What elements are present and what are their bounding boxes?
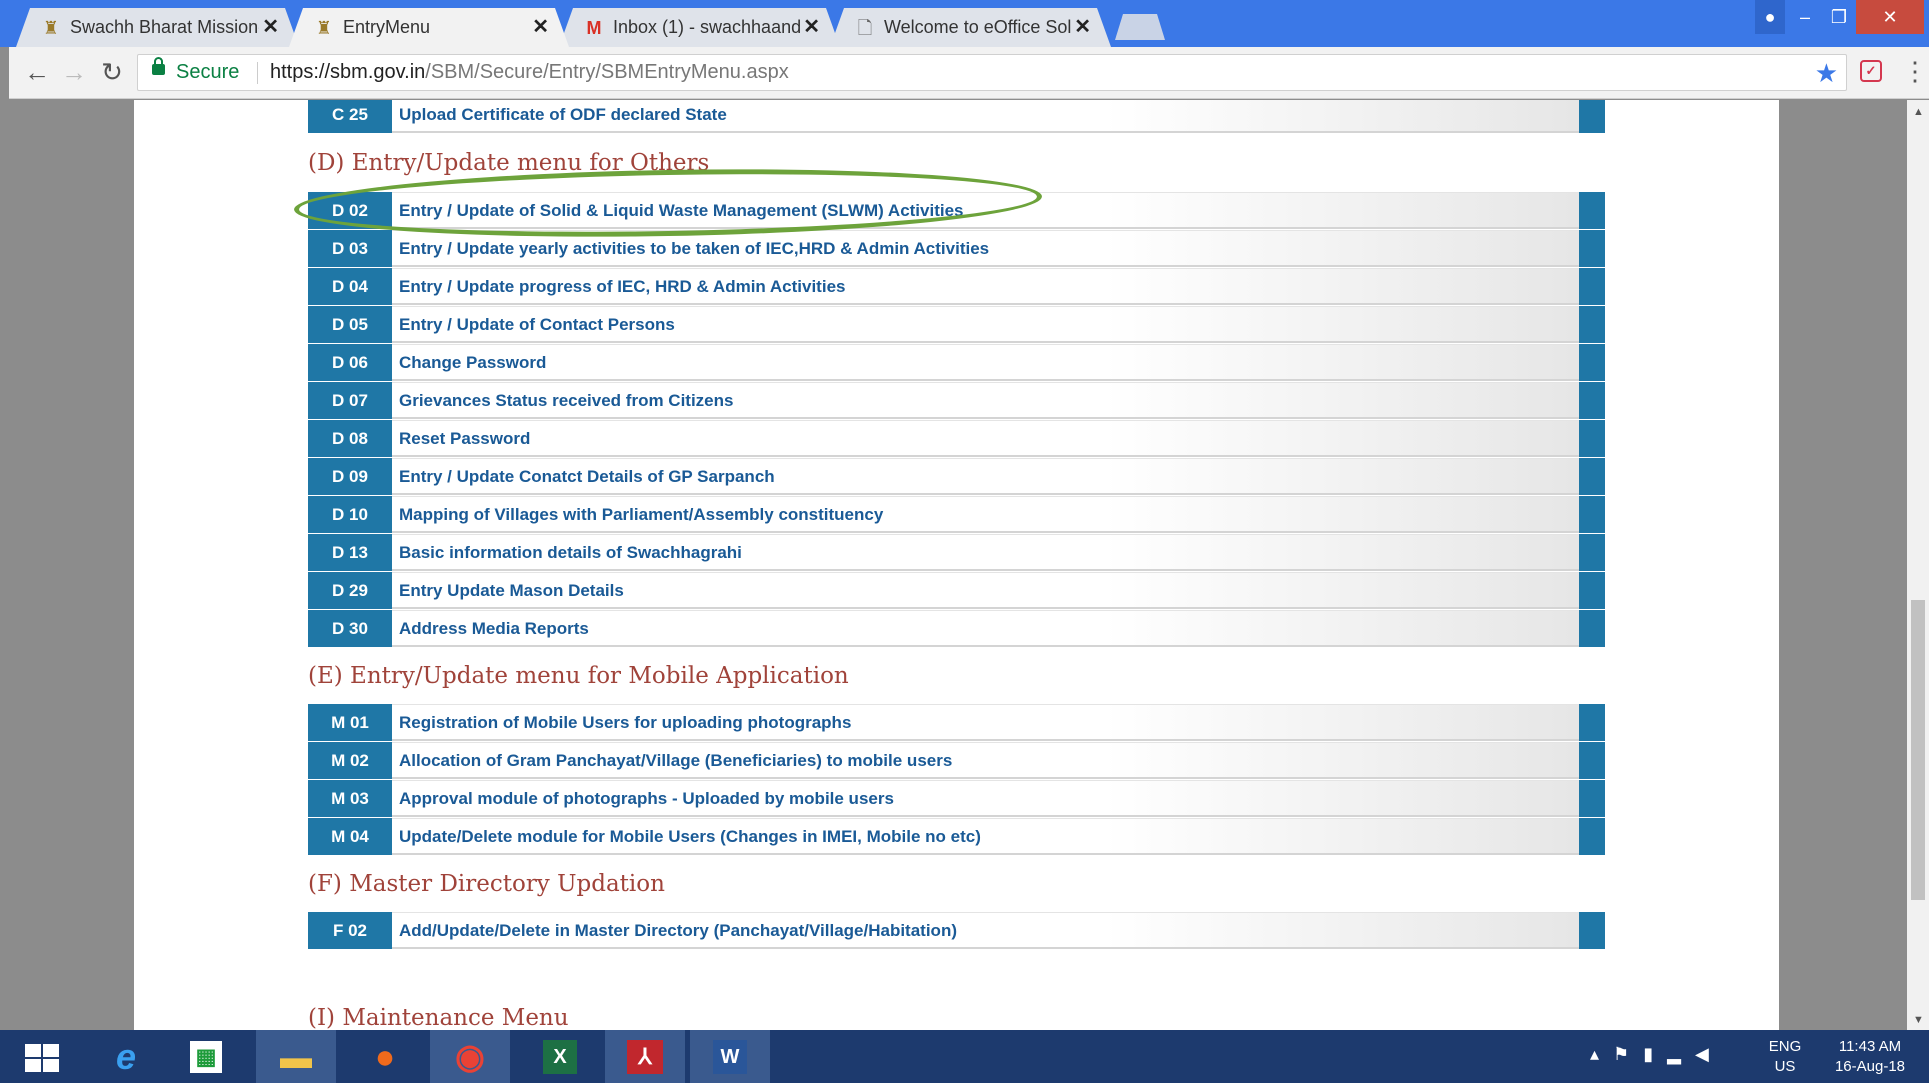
omnibox-divider bbox=[257, 62, 258, 84]
section-title-i: (I) Maintenance Menu bbox=[308, 1005, 569, 1030]
menu-row-d07[interactable]: D 07 Grievances Status received from Citi… bbox=[308, 382, 1605, 419]
menu-row-d03[interactable]: D 03 Entry / Update yearly activities to … bbox=[308, 230, 1605, 267]
user-profile-icon[interactable]: ● bbox=[1755, 0, 1785, 34]
page-content: C 25 Upload Certificate of ODF declared … bbox=[134, 100, 1779, 1030]
section-title-f: (F) Master Directory Updation bbox=[308, 871, 665, 897]
close-icon[interactable]: ✕ bbox=[532, 14, 549, 39]
reload-icon[interactable]: ↻ bbox=[97, 57, 127, 87]
menu-row-d08[interactable]: D 08 Reset Password bbox=[308, 420, 1605, 457]
menu-row-c25[interactable]: C 25 Upload Certificate of ODF declared … bbox=[308, 100, 1605, 133]
tab-eoffice[interactable]: 🗋 Welcome to eOffice Solu ✕ bbox=[830, 8, 1111, 47]
windows-logo-icon bbox=[25, 1044, 61, 1074]
gmail-icon: M bbox=[586, 18, 602, 38]
menu-row-d29[interactable]: D 29 Entry Update Mason Details bbox=[308, 572, 1605, 609]
show-hidden-icons-icon[interactable]: ▴ bbox=[1590, 1044, 1613, 1064]
excel-icon[interactable]: X bbox=[520, 1030, 600, 1083]
firefox-icon[interactable]: ● bbox=[345, 1030, 425, 1083]
menu-row-m02[interactable]: M 02 Allocation of Gram Panchayat/Village… bbox=[308, 742, 1605, 779]
chrome-icon[interactable]: ◉ bbox=[430, 1030, 510, 1083]
tray-icons[interactable]: ▴⚑▮▂◀ bbox=[1590, 1044, 1750, 1065]
store-icon[interactable]: ▦ bbox=[166, 1030, 246, 1083]
input-language[interactable]: ENG US bbox=[1763, 1037, 1807, 1077]
secure-label: Secure bbox=[176, 61, 240, 83]
browser-titlebar: ♜ Swachh Bharat Mission-G ✕ ♜ EntryMenu … bbox=[0, 0, 1929, 47]
section-title-e: (E) Entry/Update menu for Mobile Applica… bbox=[308, 663, 849, 689]
menu-row-d09[interactable]: D 09 Entry / Update Conatct Details of GP… bbox=[308, 458, 1605, 495]
file-explorer-icon[interactable]: ▬ bbox=[256, 1030, 336, 1083]
forward-arrow-icon[interactable]: → bbox=[59, 57, 89, 87]
close-icon[interactable]: ✕ bbox=[262, 14, 279, 39]
page-viewport: C 25 Upload Certificate of ODF declared … bbox=[9, 100, 1907, 1030]
volume-icon[interactable]: ◀ bbox=[1695, 1044, 1723, 1064]
scrollbar-thumb[interactable] bbox=[1911, 600, 1925, 900]
taskbar-clock[interactable]: 11:43 AM 16-Aug-18 bbox=[1820, 1037, 1920, 1077]
new-tab-button[interactable] bbox=[1115, 14, 1165, 40]
browser-menu-icon[interactable]: ⋮ bbox=[1902, 55, 1928, 87]
page-icon: 🗋 bbox=[857, 18, 873, 38]
menu-row-d04[interactable]: D 04 Entry / Update progress of IEC, HRD … bbox=[308, 268, 1605, 305]
close-icon[interactable]: ✕ bbox=[803, 14, 820, 39]
tab-gmail-inbox[interactable]: M Inbox (1) - swachhaandh ✕ bbox=[559, 8, 840, 47]
lock-icon bbox=[152, 57, 165, 75]
windows-taskbar: e ▦ ▬ ● ◉ X ⅄ W ▴⚑▮▂◀ ENG US 11:43 AM 16… bbox=[0, 1030, 1929, 1083]
menu-row-f02[interactable]: F 02 Add/Update/Delete in Master Director… bbox=[308, 912, 1605, 949]
network-signal-icon[interactable]: ▂ bbox=[1667, 1044, 1695, 1064]
flag-icon[interactable]: ⚑ bbox=[1613, 1044, 1643, 1064]
tab-entrymenu[interactable]: ♜ EntryMenu ✕ bbox=[289, 8, 569, 47]
close-icon[interactable]: ✕ bbox=[1074, 14, 1091, 39]
back-arrow-icon[interactable]: ← bbox=[22, 57, 52, 87]
browser-toolbar: ← → ↻ Secure https://sbm.gov.in/SBM/Secu… bbox=[9, 47, 1929, 99]
internet-explorer-icon[interactable]: e bbox=[86, 1030, 166, 1083]
menu-row-d06[interactable]: D 06 Change Password bbox=[308, 344, 1605, 381]
url-text: https://sbm.gov.in/SBM/Secure/Entry/SBME… bbox=[270, 61, 789, 83]
menu-row-m04[interactable]: M 04 Update/Delete module for Mobile User… bbox=[308, 818, 1605, 855]
address-bar[interactable]: Secure https://sbm.gov.in/SBM/Secure/Ent… bbox=[137, 54, 1847, 91]
emblem-icon: ♜ bbox=[42, 18, 60, 38]
menu-row-m01[interactable]: M 01 Registration of Mobile Users for upl… bbox=[308, 704, 1605, 741]
close-window-button[interactable]: ✕ bbox=[1856, 0, 1924, 34]
acrobat-icon[interactable]: ⅄ bbox=[605, 1030, 685, 1083]
menu-row-d05[interactable]: D 05 Entry / Update of Contact Persons bbox=[308, 306, 1605, 343]
start-button[interactable] bbox=[0, 1030, 86, 1083]
menu-row-d30[interactable]: D 30 Address Media Reports bbox=[308, 610, 1605, 647]
minimize-button[interactable]: – bbox=[1788, 0, 1822, 34]
battery-icon[interactable]: ▮ bbox=[1643, 1044, 1667, 1064]
scroll-down-icon[interactable]: ▼ bbox=[1913, 1014, 1924, 1026]
emblem-icon: ♜ bbox=[315, 18, 333, 38]
restore-button[interactable]: ❐ bbox=[1822, 0, 1856, 34]
menu-row-m03[interactable]: M 03 Approval module of photographs - Upl… bbox=[308, 780, 1605, 817]
tab-swachh-bharat[interactable]: ♜ Swachh Bharat Mission-G ✕ bbox=[16, 8, 299, 47]
scroll-up-icon[interactable]: ▲ bbox=[1913, 106, 1924, 118]
menu-row-d13[interactable]: D 13 Basic information details of Swachha… bbox=[308, 534, 1605, 571]
bookmark-star-icon[interactable]: ★ bbox=[1815, 58, 1838, 89]
desktop-screen: ♜ Swachh Bharat Mission-G ✕ ♜ EntryMenu … bbox=[0, 0, 1929, 1083]
menu-row-d10[interactable]: D 10 Mapping of Villages with Parliament/… bbox=[308, 496, 1605, 533]
page-scrollbar[interactable]: ▲ ▼ bbox=[1907, 100, 1929, 1030]
word-icon[interactable]: W bbox=[690, 1030, 770, 1083]
pocket-extension-icon[interactable]: ✓ bbox=[1860, 60, 1882, 82]
